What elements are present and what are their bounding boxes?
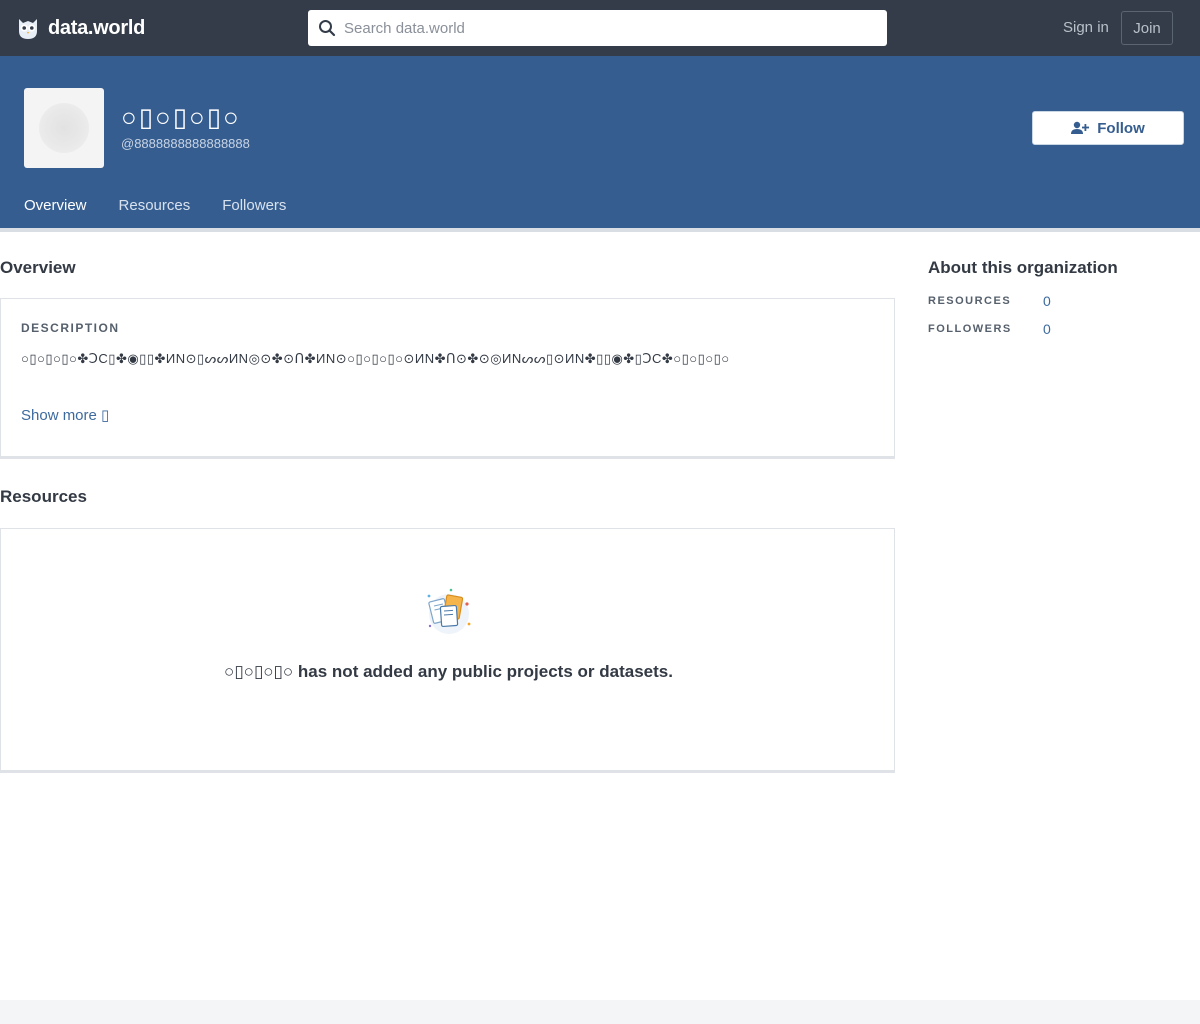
overview-heading: Overview <box>0 258 76 277</box>
tab-overview[interactable]: Overview <box>16 193 103 232</box>
stat-label: FOLLOWERS <box>928 323 1012 335</box>
avatar-image <box>39 103 89 153</box>
search-bar[interactable] <box>308 10 887 46</box>
org-handle: @8888888888888888 <box>121 136 250 151</box>
footer <box>0 1000 1200 1024</box>
profile-header: ○▯○▯○▯○ @8888888888888888 Follow Overvie… <box>0 56 1200 232</box>
stat-label: RESOURCES <box>928 295 1012 307</box>
follow-label: Follow <box>1097 119 1145 137</box>
description-label: DESCRIPTION <box>21 321 120 335</box>
stat-value[interactable]: 0 <box>1043 293 1051 309</box>
tab-resources[interactable]: Resources <box>111 193 207 229</box>
empty-message-text: has not added any public projects or dat… <box>293 662 673 681</box>
sign-in-link[interactable]: Sign in <box>1063 19 1109 36</box>
brand-logo[interactable]: data.world <box>16 14 145 42</box>
org-avatar <box>24 88 104 168</box>
follow-button[interactable]: Follow <box>1032 111 1184 145</box>
stat-value[interactable]: 0 <box>1043 321 1051 337</box>
empty-org-name: ○▯○▯○▯○ <box>224 662 294 681</box>
description-card: DESCRIPTION ○▯○▯○▯○✤ↃC▯✤◉▯▯✤ИN⊙▯ᔕᔕИN◎⊙✤⊙… <box>0 298 895 459</box>
empty-resources-illustration <box>427 588 471 634</box>
empty-resources-message: ○▯○▯○▯○ has not added any public project… <box>1 662 896 682</box>
org-name: ○▯○▯○▯○ <box>121 102 241 132</box>
search-input[interactable] <box>344 19 844 37</box>
tab-followers[interactable]: Followers <box>214 193 302 229</box>
description-text: ○▯○▯○▯○✤ↃC▯✤◉▯▯✤ИN⊙▯ᔕᔕИN◎⊙✤⊙Ո✤ИN⊙○▯○▯○▯○… <box>21 351 730 366</box>
show-more-link[interactable]: Show more ▯ <box>21 406 109 424</box>
join-button[interactable]: Join <box>1121 11 1173 45</box>
search-icon <box>319 20 336 37</box>
stat-resources: RESOURCES 0 <box>928 293 1051 309</box>
resources-heading: Resources <box>0 487 87 506</box>
profile-tabs: Overview Resources Followers <box>16 193 310 232</box>
stat-followers: FOLLOWERS 0 <box>928 321 1051 337</box>
header-divider <box>0 228 1200 232</box>
about-heading: About this organization <box>928 258 1118 277</box>
top-navbar: data.world Sign in Join <box>0 0 1200 56</box>
owl-logo-icon <box>19 19 37 39</box>
add-user-icon <box>1071 121 1090 134</box>
resources-card: ○▯○▯○▯○ has not added any public project… <box>0 528 895 773</box>
brand-name: data.world <box>48 16 146 39</box>
